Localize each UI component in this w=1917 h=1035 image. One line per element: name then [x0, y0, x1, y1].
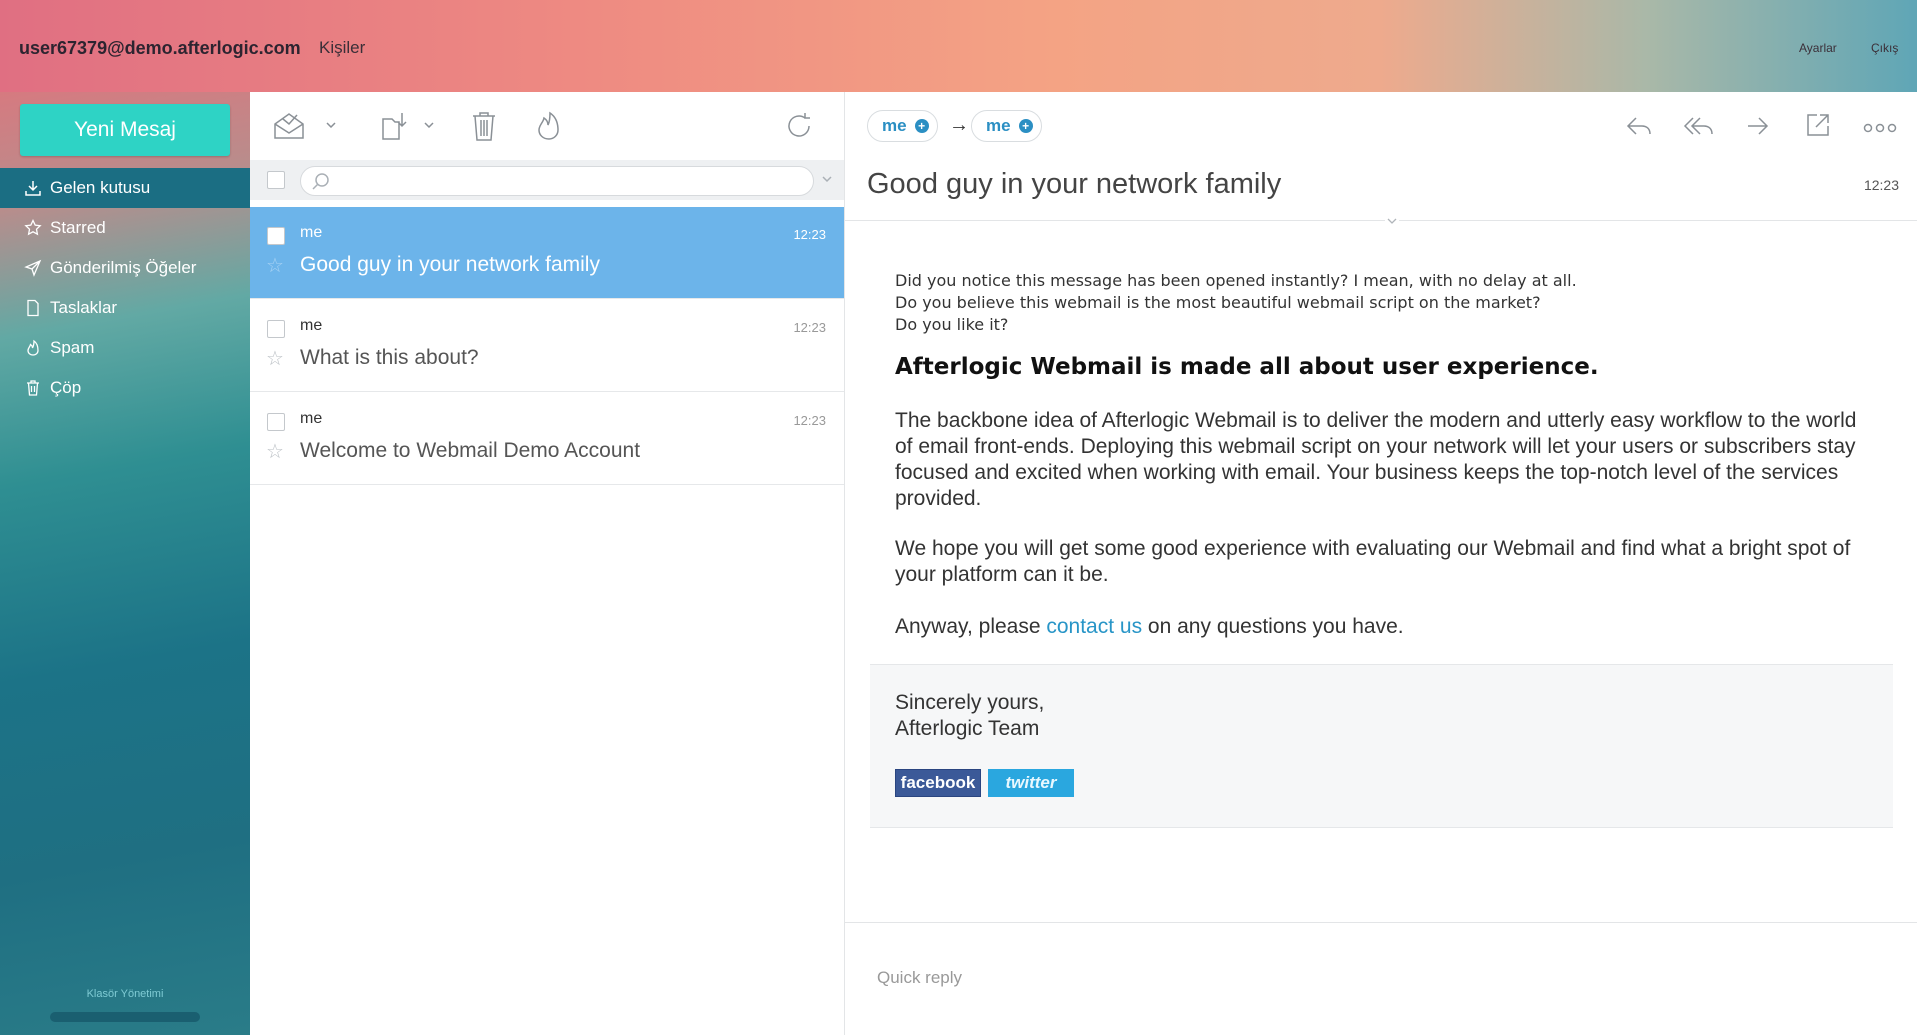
message-list-panel: me 12:23 ☆ Good guy in your network fami… — [250, 92, 844, 1035]
sidebar-item-label: Starred — [50, 218, 106, 237]
search-icon — [311, 172, 331, 197]
message-time: 12:23 — [1863, 177, 1899, 193]
signature-line: Sincerely yours, — [895, 691, 1045, 714]
message-paragraph: We hope you will get some good experienc… — [895, 537, 1851, 586]
paragraph-text: Anyway, please — [895, 615, 1047, 638]
reply-icon[interactable] — [1625, 114, 1653, 138]
from-chip[interactable]: me + — [867, 110, 938, 142]
search-input[interactable] — [300, 166, 814, 196]
message-heading: Afterlogic Webmail is made all about use… — [895, 354, 1599, 380]
message-sender: me — [300, 224, 323, 241]
message-checkbox[interactable] — [267, 413, 285, 431]
quick-reply-input[interactable]: Quick reply — [877, 968, 962, 988]
sidebar-item-spam[interactable]: Spam — [0, 328, 250, 368]
mark-read-icon[interactable] — [272, 110, 306, 142]
search-options-chevron-icon[interactable] — [820, 172, 834, 191]
sidebar-item-label: Gönderilmiş Öğeler — [50, 258, 197, 277]
intro-line: Do you believe this webmail is the most … — [895, 293, 1541, 312]
more-options-icon[interactable] — [1863, 122, 1897, 134]
account-email[interactable]: user67379@demo.afterlogic.com — [19, 38, 301, 59]
intro-line: Did you notice this message has been ope… — [895, 271, 1577, 290]
star-icon[interactable]: ☆ — [266, 253, 284, 278]
move-dropdown-chevron-icon[interactable] — [422, 118, 436, 132]
message-sender: me — [300, 410, 323, 427]
reply-all-icon[interactable] — [1683, 114, 1715, 138]
message-row[interactable]: me 12:23 ☆ Good guy in your network fami… — [250, 207, 844, 299]
message-subject: Good guy in your network family — [300, 253, 600, 276]
message-checkbox[interactable] — [267, 227, 285, 245]
list-toolbar — [250, 92, 844, 160]
contact-us-link[interactable]: contact us — [1046, 615, 1142, 638]
logout-link[interactable]: Çıkış — [1871, 41, 1898, 55]
document-icon — [22, 297, 44, 319]
sidebar-item-label: Spam — [50, 338, 95, 357]
message-row[interactable]: me 12:23 ☆ What is this about? — [250, 300, 844, 392]
sidebar: Yeni Mesaj Gelen kutusu Starred Gönderil… — [0, 92, 250, 1035]
sidebar-item-label: Taslaklar — [50, 298, 118, 317]
message-subject: What is this about? — [300, 346, 479, 369]
from-address: me — [882, 116, 907, 135]
signature-line: Afterlogic Team — [895, 717, 1040, 740]
contacts-link[interactable]: Kişiler — [319, 38, 365, 58]
sidebar-item-starred[interactable]: Starred — [0, 208, 250, 248]
paragraph-text: on any questions you have. — [1142, 615, 1404, 638]
forward-icon[interactable] — [1745, 114, 1771, 138]
sidebar-item-label: Gelen kutusu — [50, 178, 151, 197]
paper-plane-icon — [22, 257, 44, 279]
star-icon — [22, 217, 44, 239]
header-divider — [845, 220, 1917, 221]
message-subject-title: Good guy in your network family — [867, 168, 1282, 200]
message-sender: me — [300, 317, 323, 334]
facebook-badge[interactable]: facebook — [895, 769, 981, 797]
mark-read-dropdown-chevron-icon[interactable] — [324, 118, 338, 132]
folder-manage-link[interactable]: Klasör Yönetimi — [0, 988, 250, 1000]
flame-icon — [22, 337, 44, 359]
reading-pane: me + → me + Good guy in your network fam… — [844, 92, 1917, 1035]
open-in-new-window-icon[interactable] — [1805, 112, 1831, 138]
message-time: 12:23 — [793, 413, 826, 428]
star-icon[interactable]: ☆ — [266, 346, 284, 371]
top-header: user67379@demo.afterlogic.com Kişiler Ay… — [0, 0, 1917, 92]
move-to-folder-icon[interactable] — [380, 110, 412, 142]
intro-line: Do you like it? — [895, 315, 1009, 334]
refresh-icon[interactable] — [784, 110, 814, 142]
message-time: 12:23 — [793, 227, 826, 242]
settings-link[interactable]: Ayarlar — [1799, 41, 1837, 55]
message-intro: Did you notice this message has been ope… — [895, 270, 1577, 336]
message-paragraph: Anyway, please contact us on any questio… — [895, 614, 1875, 640]
sidebar-item-inbox[interactable]: Gelen kutusu — [0, 168, 250, 208]
message-paragraph: The backbone idea of Afterlogic Webmail … — [895, 409, 1857, 510]
spam-icon[interactable] — [536, 110, 562, 142]
sidebar-scrollbar[interactable] — [50, 1012, 200, 1022]
reply-divider — [845, 922, 1917, 923]
add-contact-icon[interactable]: + — [914, 119, 929, 133]
message-time: 12:23 — [793, 320, 826, 335]
new-message-button[interactable]: Yeni Mesaj — [20, 104, 230, 156]
to-address: me — [986, 116, 1011, 135]
message-row[interactable]: me 12:23 ☆ Welcome to Webmail Demo Accou… — [250, 393, 844, 485]
search-row — [250, 160, 844, 200]
select-all-checkbox[interactable] — [267, 171, 285, 189]
delete-icon[interactable] — [470, 110, 498, 142]
sidebar-item-drafts[interactable]: Taslaklar — [0, 288, 250, 328]
folder-list: Gelen kutusu Starred Gönderilmiş Öğeler … — [0, 168, 250, 408]
message-subject: Welcome to Webmail Demo Account — [300, 439, 641, 462]
twitter-badge[interactable]: twitter — [988, 769, 1074, 797]
to-chip[interactable]: me + — [971, 110, 1042, 142]
message-checkbox[interactable] — [267, 320, 285, 338]
sidebar-item-sent[interactable]: Gönderilmiş Öğeler — [0, 248, 250, 288]
sidebar-item-trash[interactable]: Çöp — [0, 368, 250, 408]
star-icon[interactable]: ☆ — [266, 439, 284, 464]
inbox-download-icon — [22, 177, 44, 199]
sidebar-item-label: Çöp — [50, 378, 82, 397]
expand-headers-chevron-icon[interactable] — [1385, 214, 1399, 228]
add-contact-icon[interactable]: + — [1018, 119, 1033, 133]
arrow-icon: → — [949, 114, 969, 136]
signature-box: Sincerely yours, Afterlogic Team faceboo… — [870, 664, 1893, 828]
trash-icon — [22, 377, 44, 399]
